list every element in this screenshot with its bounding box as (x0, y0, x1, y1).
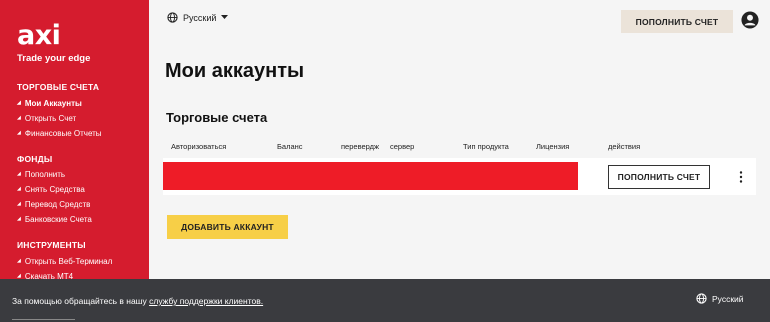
bullet-icon: ◢ (17, 171, 21, 177)
sidebar-item-my-accounts[interactable]: ◢ Мои Аккаунты (17, 99, 82, 108)
sidebar-item-label: Пополнить (24, 170, 66, 179)
column-header-actions: действия (608, 142, 641, 151)
section-title-trading-accounts: ТОРГОВЫЕ СЧЕТА (17, 82, 100, 92)
add-account-button[interactable]: ДОБАВИТЬ АККАУНТ (167, 215, 288, 239)
more-options-icon[interactable] (736, 170, 746, 184)
column-header-license: Лицензия (536, 142, 570, 151)
globe-icon (696, 293, 707, 304)
column-header-product-type: Тип продукта (463, 142, 509, 151)
section-title-funds: ФОНДЫ (17, 154, 53, 164)
sidebar: axi Trade your edge ТОРГОВЫЕ СЧЕТА ◢ Мои… (0, 0, 149, 322)
support-message: За помощью обращайтесь в нашу службу под… (12, 296, 263, 306)
sidebar-item-transfer[interactable]: ◢ Перевод Средств (17, 200, 90, 209)
language-label: Русский (183, 12, 217, 23)
user-avatar-icon[interactable] (741, 11, 759, 29)
sidebar-item-open-account[interactable]: ◢ Открыть Счет (17, 114, 76, 123)
bullet-icon: ◢ (17, 258, 21, 264)
sidebar-item-financial-reports[interactable]: ◢ Финансовые Отчеты (17, 129, 102, 138)
footer-language-label: Русский (712, 293, 744, 304)
caret-down-icon (221, 15, 229, 19)
column-header-balance: Баланс (277, 142, 303, 151)
footer-bar: За помощью обращайтесь в нашу службу под… (0, 279, 770, 322)
bullet-icon: ◢ (17, 186, 21, 192)
sidebar-item-label: Перевод Средств (24, 200, 91, 209)
footer-language-selector[interactable]: Русский (696, 293, 744, 304)
bullet-icon: ◢ (17, 115, 21, 121)
axi-logo[interactable]: axi (17, 22, 61, 49)
section-title-trading-accounts-main: Торговые счета (166, 110, 268, 125)
sidebar-item-bank-accounts[interactable]: ◢ Банковские Счета (17, 215, 92, 224)
column-header-leverage: перевердж (341, 142, 380, 151)
sidebar-item-label: Финансовые Отчеты (24, 129, 102, 138)
page-title: Мои аккаунты (165, 60, 305, 82)
section-title-tools: ИНСТРУМЕНТЫ (17, 240, 86, 250)
language-selector[interactable]: Русский (167, 12, 229, 23)
sidebar-item-withdraw[interactable]: ◢ Снять Средства (17, 185, 85, 194)
support-message-text: За помощью обращайтесь в нашу (12, 296, 150, 306)
sidebar-item-label: Открыть Счет (24, 114, 77, 123)
column-header-server: сервер (390, 142, 415, 151)
sidebar-item-label: Открыть Веб-Терминал (24, 257, 113, 266)
redacted-account-details (163, 162, 578, 190)
divider (12, 319, 75, 320)
sidebar-item-web-terminal[interactable]: ◢ Открыть Веб-Терминал (17, 257, 112, 266)
bullet-icon: ◢ (17, 100, 21, 106)
column-header-login: Авторизоваться (171, 142, 227, 151)
bullet-icon: ◢ (17, 216, 21, 222)
sidebar-item-deposit[interactable]: ◢ Пополнить (17, 170, 65, 179)
globe-icon (167, 12, 178, 23)
support-link[interactable]: службу поддержки клиентов. (149, 296, 263, 306)
logo-tagline: Trade your edge (17, 53, 91, 64)
sidebar-item-label: Мои Аккаунты (24, 99, 82, 108)
sidebar-item-label: Банковские Счета (24, 215, 92, 224)
bullet-icon: ◢ (17, 130, 21, 136)
fund-account-button[interactable]: ПОПОЛНИТЬ СЧЕТ (621, 10, 733, 33)
sidebar-item-label: Снять Средства (24, 185, 85, 194)
bullet-icon: ◢ (17, 201, 21, 207)
row-fund-account-button[interactable]: ПОПОЛНИТЬ СЧЕТ (608, 165, 710, 189)
